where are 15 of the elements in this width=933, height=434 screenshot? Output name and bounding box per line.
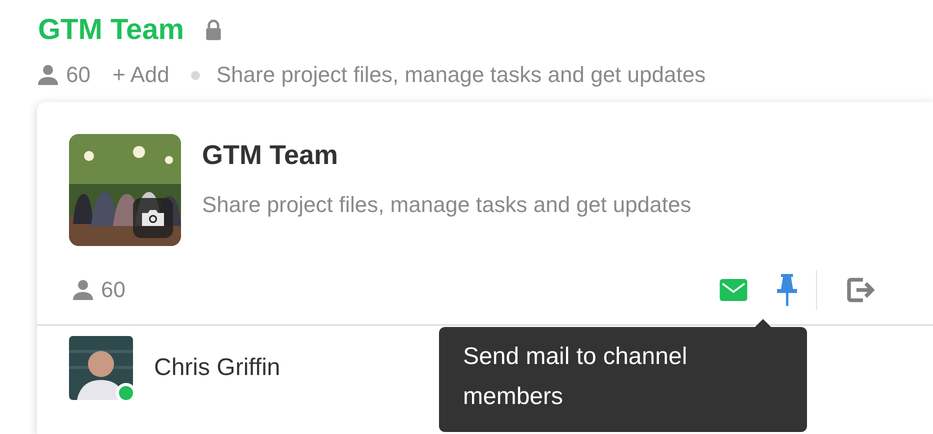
tooltip-text: Send mail to channel members <box>463 342 688 412</box>
member-count[interactable]: 60 <box>101 277 126 303</box>
person-icon <box>36 63 60 87</box>
channel-title: GTM Team <box>38 14 184 46</box>
channel-purpose: Share project files, manage tasks and get updates <box>202 192 692 218</box>
pin-icon[interactable] <box>775 274 799 306</box>
member-name[interactable]: Chris Griffin <box>154 354 280 382</box>
channel-name: GTM Team <box>202 140 340 171</box>
camera-icon[interactable] <box>133 198 173 238</box>
separator-dot <box>191 70 200 80</box>
person-icon <box>71 278 95 302</box>
member-count[interactable]: 60 <box>66 62 90 88</box>
add-link[interactable]: + Add <box>112 62 170 88</box>
channel-purpose: Share project files, manage tasks and get updates <box>216 62 706 88</box>
mail-icon[interactable] <box>719 279 748 301</box>
